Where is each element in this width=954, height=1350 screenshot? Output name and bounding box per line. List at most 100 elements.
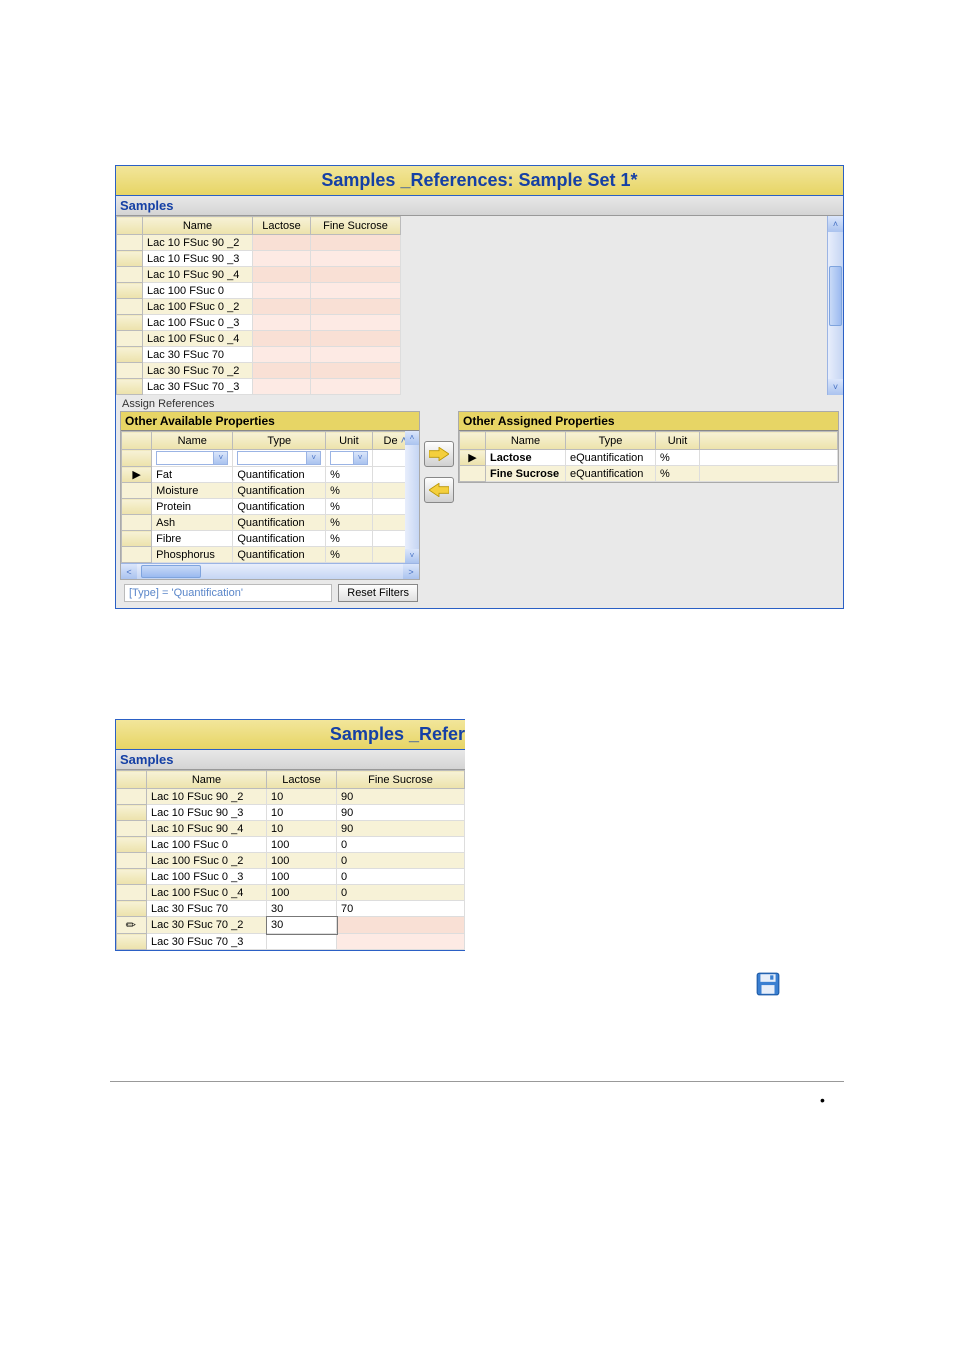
col-name[interactable]: Name <box>152 432 233 450</box>
cell-unit[interactable]: % <box>326 483 372 499</box>
cell-fine-sucrose[interactable]: 90 <box>337 821 465 837</box>
cell-name[interactable]: Lac 30 FSuc 70 _3 <box>143 379 253 395</box>
cell-name[interactable]: Lac 30 FSuc 70 <box>147 901 267 917</box>
cell-lactose[interactable] <box>253 251 311 267</box>
scroll-left-icon[interactable]: ˂ <box>121 564 137 579</box>
table-row[interactable]: Fine SucroseeQuantification% <box>460 466 838 482</box>
cell-lactose[interactable] <box>253 315 311 331</box>
cell-name[interactable]: Lac 10 FSuc 90 _4 <box>147 821 267 837</box>
cell-name[interactable]: Lac 100 FSuc 0 _4 <box>143 331 253 347</box>
table-row[interactable]: PhosphorusQuantification% <box>122 547 419 563</box>
filter-type-dropdown[interactable]: ˅ <box>237 451 321 465</box>
cell-lactose[interactable]: 100 <box>267 869 337 885</box>
table-row[interactable]: Lac 100 FSuc 0 _31000 <box>117 869 465 885</box>
table-row[interactable]: ▶FatQuantification% <box>122 467 419 483</box>
table-row[interactable]: Lac 30 FSuc 70 <box>117 347 401 363</box>
cell-name[interactable]: Lac 10 FSuc 90 _3 <box>147 805 267 821</box>
cell-name[interactable]: Lac 10 FSuc 90 _2 <box>143 235 253 251</box>
cell-fine-sucrose[interactable]: 0 <box>337 853 465 869</box>
cell-lactose[interactable]: 10 <box>267 789 337 805</box>
table-row[interactable]: Lac 100 FSuc 0 _4 <box>117 331 401 347</box>
cell-fine-sucrose[interactable] <box>311 315 401 331</box>
cell-fine-sucrose[interactable] <box>311 235 401 251</box>
cell-name[interactable]: Lactose <box>486 450 566 466</box>
cell-lactose[interactable]: 100 <box>267 837 337 853</box>
cell-unit[interactable]: % <box>326 467 372 483</box>
cell-fine-sucrose[interactable] <box>337 917 465 934</box>
table-row[interactable]: Lac 30 FSuc 70 _3 <box>117 379 401 395</box>
cell-name[interactable]: Phosphorus <box>152 547 233 563</box>
cell-name[interactable]: Lac 30 FSuc 70 <box>143 347 253 363</box>
cell-lactose[interactable]: 100 <box>267 885 337 901</box>
cell-name[interactable]: Ash <box>152 515 233 531</box>
table-row[interactable]: ✎Lac 30 FSuc 70 _230 <box>117 917 465 934</box>
cell-fine-sucrose[interactable] <box>311 251 401 267</box>
unassign-left-button[interactable] <box>424 477 454 503</box>
samples-table[interactable]: Name Lactose Fine Sucrose Lac 10 FSuc 90… <box>116 216 401 395</box>
cell-type[interactable]: Quantification <box>233 515 326 531</box>
cell-name[interactable]: Lac 10 FSuc 90 _2 <box>147 789 267 805</box>
table-row[interactable]: Lac 100 FSuc 0 _2 <box>117 299 401 315</box>
table-row[interactable]: ▶LactoseeQuantification% <box>460 450 838 466</box>
cell-unit[interactable]: % <box>326 515 372 531</box>
col-type[interactable]: Type <box>233 432 326 450</box>
table-row[interactable]: Lac 100 FSuc 0 _3 <box>117 315 401 331</box>
cell-name[interactable]: Lac 10 FSuc 90 _3 <box>143 251 253 267</box>
scroll-thumb[interactable] <box>829 266 842 326</box>
cell-name[interactable]: Lac 100 FSuc 0 <box>147 837 267 853</box>
cell-lactose[interactable] <box>267 934 337 950</box>
cell-fine-sucrose[interactable] <box>311 347 401 363</box>
filter-expression[interactable]: [Type] = 'Quantification' <box>124 584 332 602</box>
table-row[interactable]: Lac 100 FSuc 0 <box>117 283 401 299</box>
table-row[interactable]: Lac 10 FSuc 90 _41090 <box>117 821 465 837</box>
cell-fine-sucrose[interactable] <box>311 283 401 299</box>
filter-unit-dropdown[interactable]: ˅ <box>330 451 367 465</box>
table-row[interactable]: MoistureQuantification% <box>122 483 419 499</box>
available-properties-table[interactable]: Name Type Unit De ˄ ˅ ˅ ˅ <box>121 431 419 563</box>
cell-lactose[interactable] <box>253 363 311 379</box>
cell-name[interactable]: Lac 30 FSuc 70 _2 <box>143 363 253 379</box>
available-hscrollbar[interactable]: ˂ ˃ <box>121 563 419 579</box>
col-unit[interactable]: Unit <box>656 432 700 450</box>
reset-filters-button[interactable]: Reset Filters <box>338 584 418 602</box>
cell-name[interactable]: Lac 30 FSuc 70 _2 <box>147 917 267 934</box>
cell-lactose[interactable] <box>253 331 311 347</box>
cell-lactose[interactable] <box>253 299 311 315</box>
available-vscrollbar[interactable]: ˄ ˅ <box>405 431 419 563</box>
col-lactose[interactable]: Lactose <box>267 771 337 789</box>
cell-name[interactable]: Lac 100 FSuc 0 <box>143 283 253 299</box>
cell-name[interactable]: Moisture <box>152 483 233 499</box>
table-row[interactable]: Lac 10 FSuc 90 _21090 <box>117 789 465 805</box>
cell-fine-sucrose[interactable]: 90 <box>337 789 465 805</box>
cell-unit[interactable]: % <box>326 531 372 547</box>
cell-fine-sucrose[interactable]: 0 <box>337 885 465 901</box>
cell-name[interactable]: Fat <box>152 467 233 483</box>
cell-lactose-editing[interactable]: 30 <box>267 917 337 934</box>
table-row[interactable]: ProteinQuantification% <box>122 499 419 515</box>
cell-fine-sucrose[interactable]: 0 <box>337 837 465 853</box>
cell-fine-sucrose[interactable] <box>311 331 401 347</box>
cell-name[interactable]: Fibre <box>152 531 233 547</box>
table-row[interactable]: Lac 100 FSuc 01000 <box>117 837 465 853</box>
cell-unit[interactable]: % <box>656 466 700 482</box>
cell-name[interactable]: Fine Sucrose <box>486 466 566 482</box>
col-lactose[interactable]: Lactose <box>253 217 311 235</box>
col-name[interactable]: Name <box>143 217 253 235</box>
scroll-thumb[interactable] <box>141 565 201 578</box>
col-type[interactable]: Type <box>566 432 656 450</box>
save-button[interactable] <box>755 971 781 1000</box>
cell-lactose[interactable]: 100 <box>267 853 337 869</box>
samples-table-2[interactable]: Name Lactose Fine Sucrose Lac 10 FSuc 90… <box>116 770 465 950</box>
col-name[interactable]: Name <box>486 432 566 450</box>
assign-right-button[interactable] <box>424 441 454 467</box>
cell-lactose[interactable] <box>253 235 311 251</box>
table-row[interactable]: FibreQuantification% <box>122 531 419 547</box>
col-fine-sucrose[interactable]: Fine Sucrose <box>311 217 401 235</box>
col-unit[interactable]: Unit <box>326 432 372 450</box>
cell-lactose[interactable]: 10 <box>267 821 337 837</box>
cell-name[interactable]: Lac 30 FSuc 70 _3 <box>147 934 267 950</box>
cell-type[interactable]: eQuantification <box>566 466 656 482</box>
table-row[interactable]: Lac 10 FSuc 90 _4 <box>117 267 401 283</box>
col-fine-sucrose[interactable]: Fine Sucrose <box>337 771 465 789</box>
cell-name[interactable]: Lac 100 FSuc 0 _4 <box>147 885 267 901</box>
